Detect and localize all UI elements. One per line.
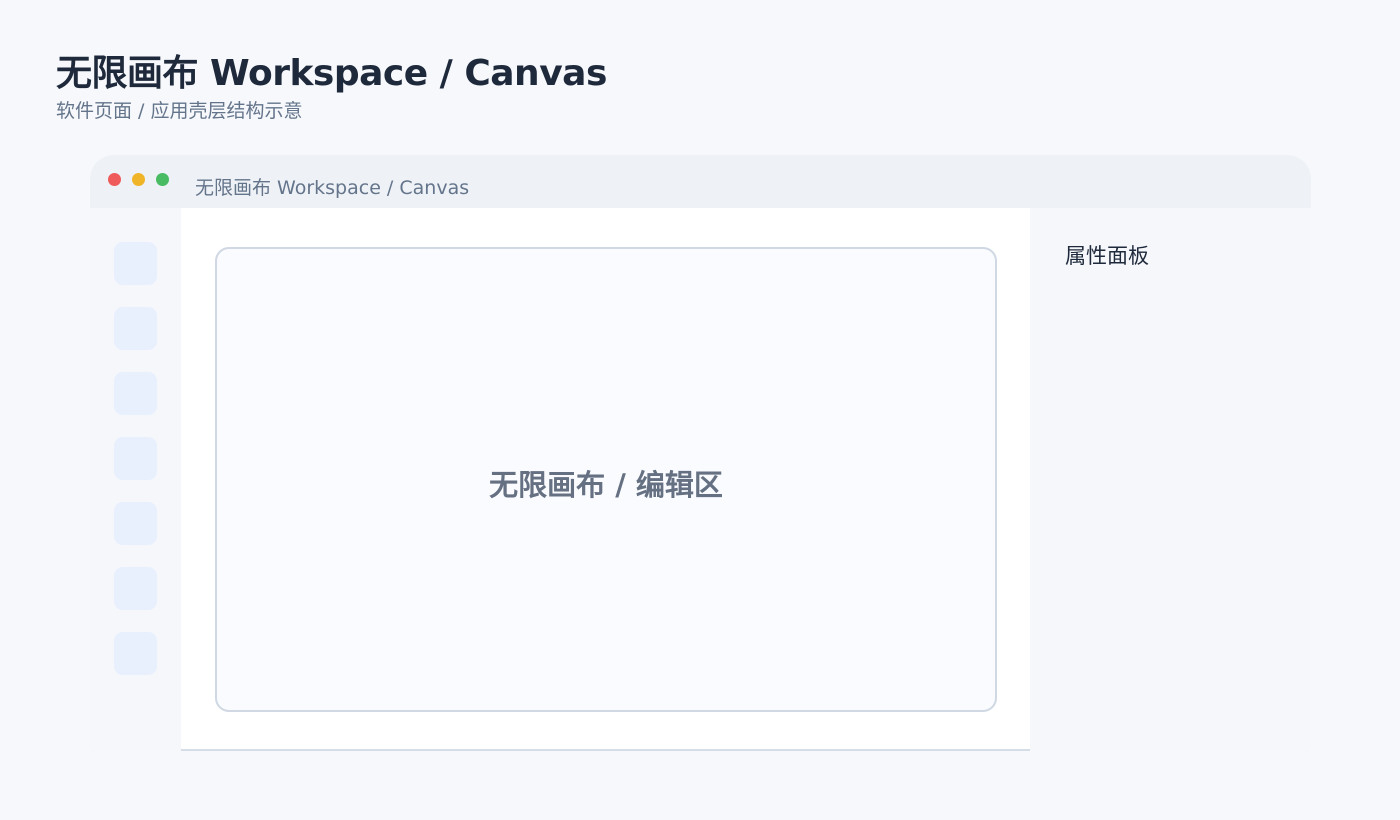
window-titlebar[interactable]: 无限画布 Workspace / Canvas: [90, 155, 1311, 208]
tool-button-3[interactable]: [114, 372, 157, 415]
page-subtitle: 软件页面 / 应用壳层结构示意: [56, 100, 303, 122]
close-window-button[interactable]: [108, 173, 121, 186]
tool-button-2[interactable]: [114, 307, 157, 350]
tool-button-1[interactable]: [114, 242, 157, 285]
infinite-canvas[interactable]: 无限画布 / 编辑区: [215, 247, 997, 712]
tool-button-6[interactable]: [114, 567, 157, 610]
maximize-window-button[interactable]: [156, 173, 169, 186]
canvas-label: 无限画布 / 编辑区: [489, 468, 723, 502]
properties-panel-title: 属性面板: [1065, 244, 1149, 268]
properties-panel: 属性面板: [1030, 208, 1311, 751]
app-window: 无限画布 Workspace / Canvas 无限画布 / 编辑区 属性面板: [90, 155, 1311, 751]
tool-sidebar: [90, 208, 181, 751]
tool-button-4[interactable]: [114, 437, 157, 480]
main-content-area: 无限画布 / 编辑区: [181, 208, 1030, 751]
tool-button-7[interactable]: [114, 632, 157, 675]
tool-button-5[interactable]: [114, 502, 157, 545]
minimize-window-button[interactable]: [132, 173, 145, 186]
window-title: 无限画布 Workspace / Canvas: [195, 177, 470, 199]
page-title: 无限画布 Workspace / Canvas: [56, 53, 607, 94]
